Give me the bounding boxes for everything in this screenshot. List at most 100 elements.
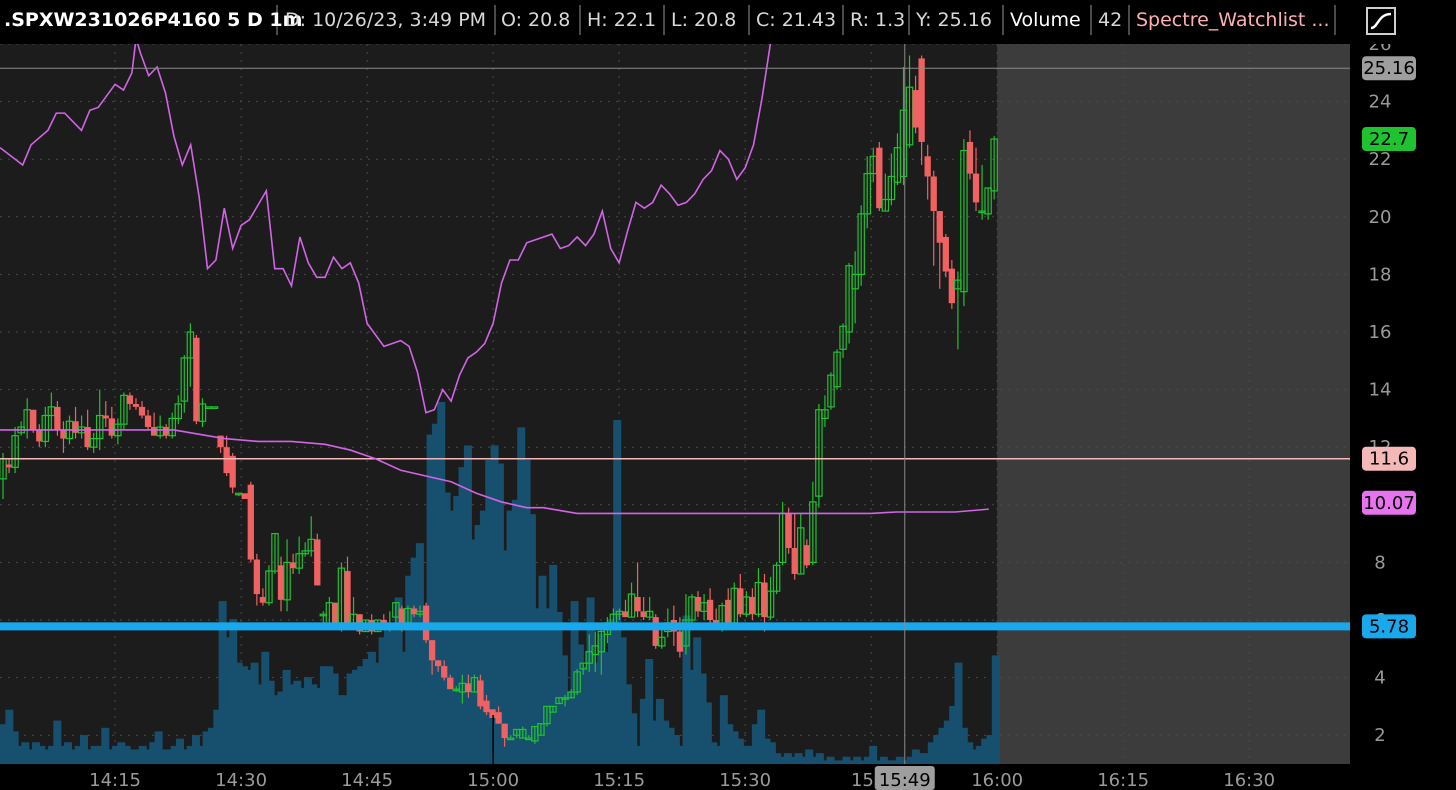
price-tick-label: 22 <box>1369 149 1392 170</box>
candle-body <box>277 565 285 600</box>
candle-body <box>253 559 260 595</box>
candle-body <box>634 596 641 612</box>
price-tick-label: 20 <box>1369 207 1392 228</box>
candle-body <box>749 596 756 615</box>
price-axis: 246810121416182022242625.1622.711.610.07… <box>1350 44 1456 764</box>
price-tick-label: 8 <box>1374 552 1385 573</box>
candle-body <box>640 611 647 618</box>
candle-body <box>428 640 436 661</box>
time-tick-label: 15:30 <box>719 770 771 790</box>
candle-body <box>972 173 980 203</box>
candle-body <box>229 455 236 488</box>
candle-body <box>694 596 702 612</box>
chart-header: .SPXW231026P4160 5 D 1m D: 10/26/23, 3:4… <box>0 0 1456 44</box>
volume-label: Volume <box>1006 5 1092 35</box>
time-tick-label: 15:00 <box>467 770 519 790</box>
after-hours-region <box>997 44 1350 764</box>
y-readout: Y: 25.16 <box>912 5 1004 35</box>
candle-body <box>912 90 919 128</box>
price-tick-label: 24 <box>1369 92 1392 113</box>
price-tick-label: 18 <box>1369 264 1392 285</box>
price-badge-label: 22.7 <box>1369 129 1409 150</box>
time-tick-label: 16:00 <box>971 770 1023 790</box>
candle-body <box>54 406 61 430</box>
time-tick-label: 16:30 <box>1223 770 1275 790</box>
candle-body <box>344 571 351 623</box>
candle-body <box>223 447 230 474</box>
price-tick-label: 2 <box>1374 725 1385 746</box>
candle-body <box>447 677 454 690</box>
price-badge-label: 25.16 <box>1363 58 1415 79</box>
candle-body <box>495 712 502 724</box>
candle-body <box>126 395 134 404</box>
price-badge-label: 10.07 <box>1363 493 1415 514</box>
candle-body <box>803 545 810 566</box>
candle-body <box>465 683 472 692</box>
price-tick-label: 26 <box>1369 44 1392 55</box>
candle-body <box>144 415 152 428</box>
open-readout: O: 20.8 <box>497 5 581 35</box>
candle-body <box>247 484 254 560</box>
time-tick-label: 16:15 <box>1097 770 1149 790</box>
price-chart[interactable] <box>0 44 1350 764</box>
candle-body <box>501 723 508 739</box>
studies-curve-icon[interactable] <box>1366 7 1396 35</box>
candle-body <box>737 588 744 615</box>
candle-body <box>102 415 109 419</box>
candle-body <box>483 700 490 713</box>
candle-body <box>924 156 931 177</box>
candle-body <box>132 404 140 407</box>
candle-body <box>652 617 659 646</box>
price-axis-bg <box>1350 44 1456 764</box>
candle-body <box>5 464 13 468</box>
price-badge-label: 11.6 <box>1369 449 1409 470</box>
candle-body <box>332 602 339 623</box>
price-tick-label: 14 <box>1369 380 1392 401</box>
candle-body <box>72 421 79 433</box>
time-axis: 14:15 14:30 14:45 15:00 15:15 15:30 15:4 16:00 1… <box>0 764 1350 790</box>
low-readout: L: 20.8 <box>667 5 750 35</box>
candle-body <box>36 429 43 442</box>
candle-body <box>676 631 684 652</box>
candle-body <box>434 660 442 667</box>
candle-body <box>314 539 321 586</box>
candle-body <box>876 147 883 209</box>
candle-body <box>138 406 146 416</box>
candle-body <box>289 562 297 569</box>
date-readout: D: 10/26/23, 3:49 PM <box>281 5 496 35</box>
candle-body <box>193 337 200 422</box>
candle-body <box>942 236 949 272</box>
candle-body <box>918 58 925 142</box>
candle-body <box>259 596 267 603</box>
candle-body <box>150 427 158 436</box>
candle-body <box>241 493 248 500</box>
candle-body <box>477 680 484 707</box>
cursor-time-label: 15:49 <box>879 770 931 790</box>
candle-body <box>930 176 937 212</box>
high-readout: H: 22.1 <box>583 5 665 35</box>
symbol-label[interactable]: .SPXW231026P4160 5 D 1m <box>0 5 302 35</box>
candle-body <box>948 268 955 304</box>
candle-body <box>761 582 768 618</box>
time-tick-label: 14:15 <box>89 770 141 790</box>
volume-bar <box>991 655 1000 764</box>
watchlist-study-label[interactable]: Spectre_Watchlist ... <box>1132 5 1336 35</box>
time-tick-label: 14:30 <box>215 770 267 790</box>
time-tick-label: 14:45 <box>341 770 393 790</box>
volume-value: 42 <box>1094 5 1130 35</box>
candle-body <box>936 211 943 243</box>
close-readout: C: 21.43 <box>752 5 844 35</box>
candle-body <box>706 599 714 620</box>
candle-body <box>441 666 448 678</box>
candle-body <box>398 608 406 623</box>
candle-body <box>108 418 115 436</box>
candle-body <box>622 611 629 618</box>
candle-body <box>30 409 37 430</box>
candle-body <box>163 427 170 436</box>
price-tick-label: 16 <box>1369 322 1392 343</box>
candle-body <box>60 429 67 439</box>
candle-body <box>785 513 792 548</box>
price-tick-label: 4 <box>1374 668 1385 689</box>
candle-body <box>791 548 798 574</box>
candle-body <box>966 141 974 174</box>
